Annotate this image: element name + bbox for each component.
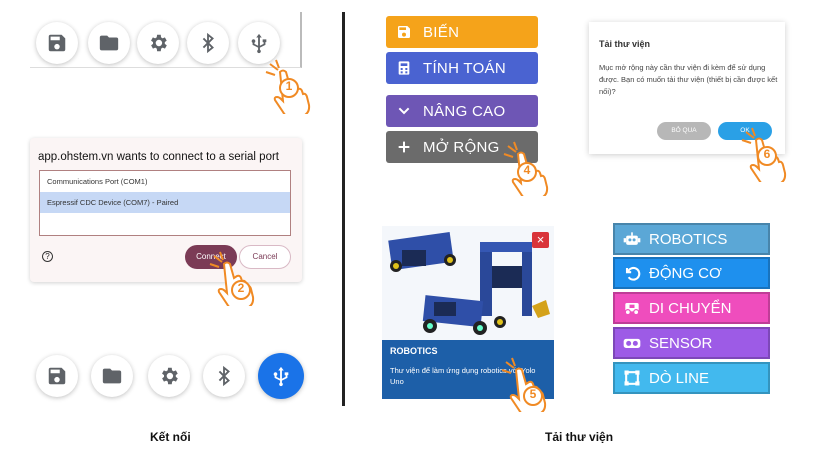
folder-icon (99, 35, 119, 51)
extension-label: ROBOTICS (649, 230, 728, 248)
category-label: BIẾN (423, 23, 460, 41)
rotate-icon (621, 264, 643, 282)
extension-motor[interactable]: ĐỘNG CƠ (613, 257, 770, 289)
usb-button-bottom-active[interactable] (258, 353, 304, 399)
category-advanced[interactable]: NÂNG CAO (386, 95, 538, 127)
bluetooth-icon (202, 32, 214, 54)
robot-kit-image (382, 226, 554, 340)
settings-button-top[interactable] (137, 22, 179, 64)
extension-movement[interactable]: DI CHUYỂN (613, 292, 770, 324)
bluetooth-button-bottom[interactable] (203, 355, 245, 397)
gear-icon (151, 34, 167, 52)
category-variables[interactable]: BIẾN (386, 16, 538, 48)
skip-button[interactable]: BỎ QUA (657, 122, 711, 140)
dialog-message: Mục mở rộng này cần thư viện đi kèm để s… (599, 63, 778, 96)
calculator-icon (396, 60, 412, 76)
hand-pointer-step-4: 4 (500, 140, 556, 202)
bluetooth-icon (218, 365, 230, 387)
step-number: 2 (237, 281, 245, 295)
extension-line-follow[interactable]: DÒ LINE (613, 362, 770, 394)
plus-icon (396, 139, 412, 155)
hand-pointer-step-1: 1 (262, 58, 318, 120)
card-title: ROBOTICS (390, 346, 438, 356)
chevron-down-icon (396, 103, 412, 119)
category-math[interactable]: TÍNH TOÁN (386, 52, 538, 84)
car-icon (621, 299, 643, 317)
extension-label: ĐỘNG CƠ (649, 264, 722, 282)
extension-label: SENSOR (649, 334, 713, 352)
help-icon[interactable]: ? (42, 251, 53, 262)
caption-connect: Kết nối (150, 430, 191, 444)
extension-sensor[interactable]: SENSOR (613, 327, 770, 359)
open-folder-button-top[interactable] (88, 22, 130, 64)
dialog-title: app.ohstem.vn wants to connect to a seri… (38, 151, 279, 163)
hand-pointer-step-2: 2 (206, 250, 262, 312)
gear-icon (162, 367, 178, 385)
save-button-bottom[interactable] (36, 355, 78, 397)
save-icon (48, 34, 66, 52)
extension-label: DI CHUYỂN (649, 299, 732, 317)
extension-label: DÒ LINE (649, 369, 710, 387)
save-icon (48, 367, 66, 385)
save-button-top[interactable] (36, 22, 78, 64)
step-number: 6 (763, 147, 771, 161)
robot-icon (621, 230, 643, 248)
settings-button-bottom[interactable] (148, 355, 190, 397)
step-number: 5 (529, 387, 537, 401)
category-label: TÍNH TOÁN (423, 59, 506, 77)
hand-pointer-step-6: 6 (738, 126, 794, 188)
close-icon[interactable]: × (532, 232, 549, 248)
port-list: Communications Port (COM1) Espressif CDC… (39, 170, 291, 236)
step-number: 1 (285, 79, 293, 93)
bluetooth-button-top[interactable] (187, 22, 229, 64)
open-folder-button-bottom[interactable] (91, 355, 133, 397)
port-item-selected[interactable]: Espressif CDC Device (COM7) - Paired (40, 192, 290, 213)
category-label: NÂNG CAO (423, 102, 506, 120)
dialog-title: Tải thư viện (599, 39, 651, 49)
goggles-icon (621, 334, 643, 352)
square-icon (621, 369, 643, 387)
usb-icon (273, 366, 289, 387)
hand-pointer-step-5: 5 (498, 356, 554, 418)
step-number: 4 (523, 163, 531, 177)
folder-icon (102, 368, 122, 384)
caption-library: Tải thư viện (545, 430, 614, 444)
port-item[interactable]: Communications Port (COM1) (40, 171, 290, 192)
category-label: MỞ RỘNG (423, 138, 500, 156)
extension-robotics[interactable]: ROBOTICS (613, 223, 770, 255)
usb-icon (251, 33, 267, 54)
save-icon (396, 24, 412, 40)
section-divider (342, 12, 345, 406)
